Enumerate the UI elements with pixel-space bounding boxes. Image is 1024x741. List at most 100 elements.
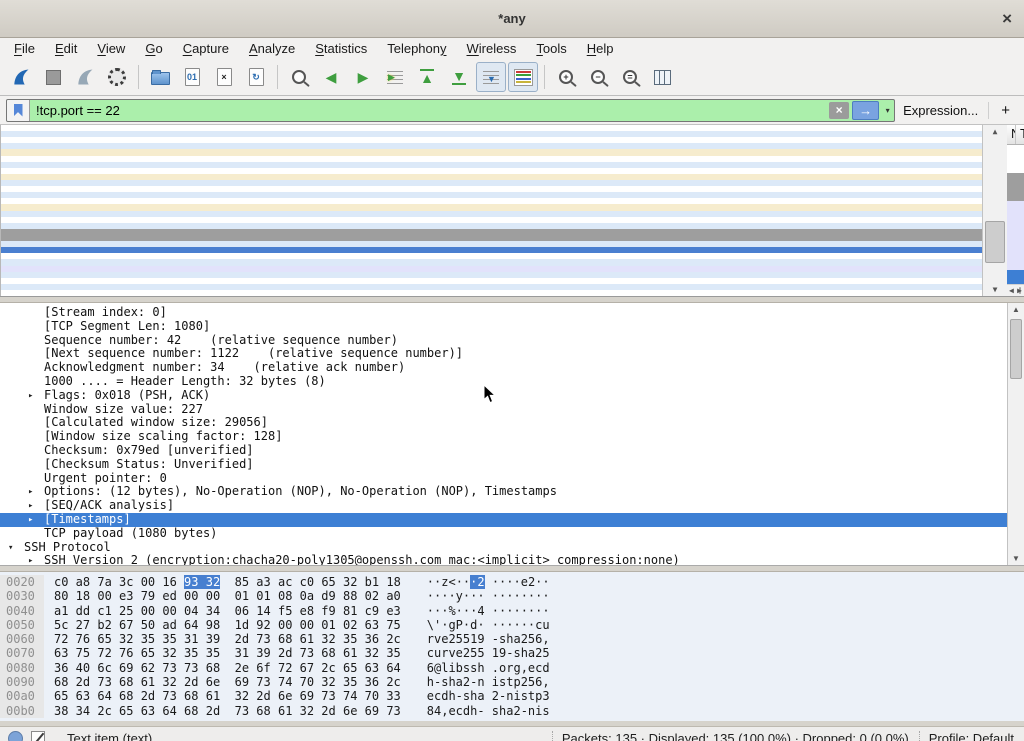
expand-arrow-icon[interactable]: ▸ — [28, 514, 33, 527]
packet-row-85[interactable]: 8568.001734936fe:54:00:d4:38:2aSTP54Conf… — [1007, 145, 1024, 159]
filter-bookmark-button[interactable] — [7, 100, 30, 121]
detail-line-16[interactable]: TCP payload (1080 bytes) — [0, 527, 1007, 541]
detail-line-8[interactable]: [Calculated window size: 29056] — [0, 416, 1007, 430]
menu-statistics[interactable]: Statistics — [305, 39, 377, 58]
status-profile[interactable]: Profile: Default — [929, 731, 1016, 741]
collapse-arrow-icon[interactable]: ▾ — [8, 542, 13, 555]
menu-view[interactable]: View — [87, 39, 135, 58]
hex-row-00a0[interactable]: 00a065 63 64 68 2d 73 68 61 32 2d 6e 69 … — [0, 689, 1024, 703]
packet-row-91[interactable]: 9171.648789678192.168.122.1192.168.122.6… — [1007, 228, 1024, 242]
stop-capture-icon[interactable] — [38, 62, 68, 92]
detail-line-14[interactable]: ▸[SEQ/ACK analysis] — [0, 499, 1007, 513]
detail-line-17[interactable]: ▾SSH Protocol — [0, 541, 1007, 555]
save-capture-icon[interactable]: 01 — [177, 62, 207, 92]
add-filter-button[interactable]: + — [988, 102, 1016, 119]
restart-capture-icon[interactable] — [70, 62, 100, 92]
hex-row-0090[interactable]: 009068 2d 73 68 61 32 2d 6e 69 73 74 70 … — [0, 675, 1024, 689]
expand-arrow-icon[interactable]: ▸ — [28, 390, 33, 403]
zoom-in-icon[interactable]: + — [551, 62, 581, 92]
detail-line-13[interactable]: ▸Options: (12 bytes), No-Operation (NOP)… — [0, 485, 1007, 499]
scroll-down-icon[interactable]: ▼ — [1008, 554, 1024, 563]
colorize-packets-icon[interactable] — [508, 62, 538, 92]
menu-analyze[interactable]: Analyze — [239, 39, 305, 58]
start-capture-icon[interactable] — [6, 62, 36, 92]
packet-row-86[interactable]: 8670.013850163fe:54:00:d4:38:2aSTP54Conf… — [1007, 159, 1024, 173]
zoom-out-icon[interactable]: − — [583, 62, 613, 92]
menu-capture[interactable]: Capture — [173, 39, 239, 58]
find-packet-icon[interactable] — [284, 62, 314, 92]
capture-options-icon[interactable] — [102, 62, 132, 92]
hex-row-0020[interactable]: 0020c0 a8 7a 3c 00 16 93 32 85 a3 ac c0 … — [0, 575, 1024, 589]
detail-line-0[interactable]: [Stream index: 0] — [0, 306, 1007, 320]
menu-file[interactable]: File — [4, 39, 45, 58]
packet-row-94[interactable]: 9471.663856741192.168.122.1192.168.122.6… — [1007, 270, 1024, 284]
reload-capture-icon[interactable]: ↻ — [241, 62, 271, 92]
detail-line-2[interactable]: Sequence number: 42 (relative sequence n… — [0, 334, 1007, 348]
go-last-packet-icon[interactable]: ▼ — [444, 62, 474, 92]
expert-info-icon[interactable] — [8, 731, 23, 741]
detail-line-6[interactable]: ▸Flags: 0x018 (PSH, ACK) — [0, 389, 1007, 403]
go-forward-icon[interactable]: ▶ — [348, 62, 378, 92]
menu-edit[interactable]: Edit — [45, 39, 87, 58]
detail-line-12[interactable]: Urgent pointer: 0 — [0, 472, 1007, 486]
menu-go[interactable]: Go — [135, 39, 172, 58]
column-header-no[interactable]: No. — [1007, 125, 1016, 144]
resize-columns-icon[interactable] — [647, 62, 677, 92]
detail-line-4[interactable]: Acknowledgment number: 34 (relative ack … — [0, 361, 1007, 375]
capture-comment-icon[interactable] — [31, 731, 45, 741]
detail-line-3[interactable]: [Next sequence number: 1122 (relative se… — [0, 347, 1007, 361]
packet-row-92[interactable]: 9271.661949820192.168.122.1192.168.122.6… — [1007, 242, 1024, 256]
go-back-icon[interactable]: ◀ — [316, 62, 346, 92]
detail-line-9[interactable]: [Window size scaling factor: 128] — [0, 430, 1007, 444]
scroll-down-icon[interactable]: ▼ — [983, 285, 1007, 294]
zoom-100-icon[interactable]: = — [615, 62, 645, 92]
menu-tools[interactable]: Tools — [526, 39, 576, 58]
packet-row-90[interactable]: 9071.648618924192.168.122.60192.168.122.… — [1007, 214, 1024, 228]
expression-button[interactable]: Expression... — [901, 103, 980, 118]
detail-line-10[interactable]: Checksum: 0x79ed [unverified] — [0, 444, 1007, 458]
scroll-right-icon[interactable]: ▶ — [1017, 286, 1022, 295]
open-capture-icon[interactable] — [145, 62, 175, 92]
hex-row-0040[interactable]: 0040a1 dd c1 25 00 00 04 34 06 14 f5 e8 … — [0, 604, 1024, 618]
packet-list-vscrollbar[interactable]: ▲ ▼ — [982, 125, 1007, 296]
hex-row-0050[interactable]: 00505c 27 b2 67 50 ad 64 98 1d 92 00 00 … — [0, 618, 1024, 632]
expand-arrow-icon[interactable]: ▸ — [28, 486, 33, 499]
close-icon[interactable]: × — [1002, 9, 1012, 29]
packet-list-hscrollbar[interactable]: ◀ ▶ — [1007, 284, 1024, 296]
detail-line-1[interactable]: [TCP Segment Len: 1080] — [0, 320, 1007, 334]
scrollbar-thumb[interactable] — [985, 221, 1005, 263]
expand-arrow-icon[interactable]: ▸ — [28, 555, 33, 565]
packet-row-93[interactable]: 9371.662015274192.168.122.60192.168.122.… — [1007, 256, 1024, 270]
scroll-left-icon[interactable]: ◀ — [1009, 286, 1014, 295]
hex-row-0070[interactable]: 007063 75 72 76 65 32 35 35 31 39 2d 73 … — [0, 646, 1024, 660]
expand-arrow-icon[interactable]: ▸ — [28, 500, 33, 513]
menu-wireless[interactable]: Wireless — [457, 39, 527, 58]
detail-line-11[interactable]: [Checksum Status: Unverified] — [0, 458, 1007, 472]
details-vscrollbar[interactable]: ▲ ▼ — [1007, 303, 1024, 565]
hex-row-0060[interactable]: 006072 76 65 32 35 35 31 39 2d 73 68 61 … — [0, 632, 1024, 646]
clear-filter-icon[interactable]: × — [829, 102, 849, 119]
packet-row-88[interactable]: 8871.648146932192.168.122.1192.168.122.6… — [1007, 187, 1024, 201]
detail-line-5[interactable]: 1000 .... = Header Length: 32 bytes (8) — [0, 375, 1007, 389]
hex-row-0080[interactable]: 008036 40 6c 69 62 73 73 68 2e 6f 72 67 … — [0, 661, 1024, 675]
detail-line-18[interactable]: ▸SSH Version 2 (encryption:chacha20-poly… — [0, 554, 1007, 565]
hex-row-00b0[interactable]: 00b038 34 2c 65 63 64 68 2d 73 68 61 32 … — [0, 704, 1024, 718]
detail-line-7[interactable]: Window size value: 227 — [0, 403, 1007, 417]
hex-row-0030[interactable]: 003080 18 00 e3 79 ed 00 00 01 01 08 0a … — [0, 589, 1024, 603]
go-first-packet-icon[interactable]: ▲ — [412, 62, 442, 92]
auto-scroll-icon[interactable]: ▼ — [476, 62, 506, 92]
menu-telephony[interactable]: Telephony — [377, 39, 456, 58]
filter-history-caret-icon[interactable]: ▾ — [881, 106, 894, 115]
packet-list-minimap[interactable] — [0, 125, 982, 296]
packet-row-89[interactable]: 8971.648191037192.168.122.60192.168.122.… — [1007, 201, 1024, 215]
scroll-up-icon[interactable]: ▲ — [1008, 305, 1024, 314]
display-filter-input[interactable] — [30, 103, 829, 118]
apply-filter-icon[interactable]: → — [852, 101, 879, 120]
scrollbar-thumb[interactable] — [1010, 319, 1022, 379]
packet-row-87[interactable]: 8771.647777234192.168.122.60192.168.122.… — [1007, 173, 1024, 187]
go-to-packet-icon[interactable]: ▶ — [380, 62, 410, 92]
close-capture-icon[interactable]: × — [209, 62, 239, 92]
column-header-time[interactable]: Time — [1016, 125, 1024, 144]
scroll-up-icon[interactable]: ▲ — [983, 127, 1007, 136]
menu-help[interactable]: Help — [577, 39, 624, 58]
